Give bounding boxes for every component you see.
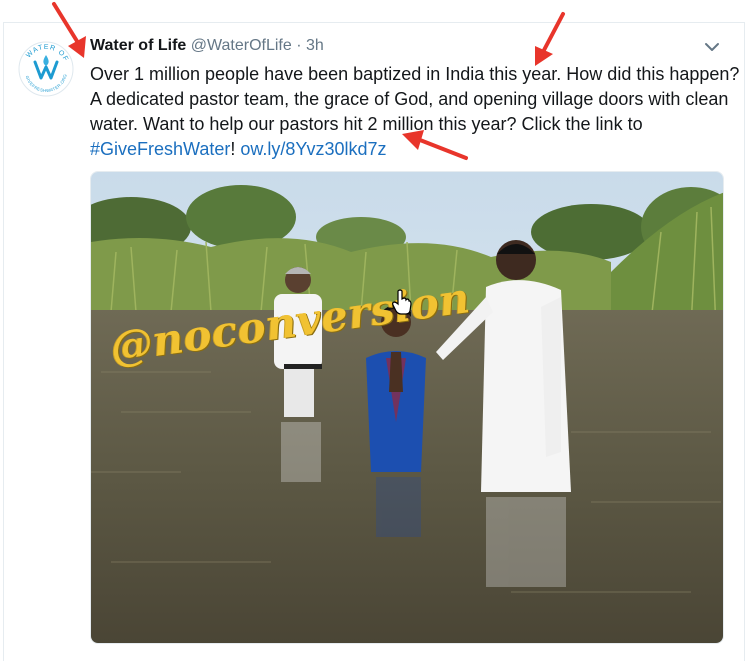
exclamation: ! [230, 139, 236, 159]
separator-dot: · [296, 37, 302, 54]
avatar[interactable]: WATER OF GIVEFRESHWATER.ORG [17, 40, 75, 98]
chevron-down-icon[interactable] [702, 39, 722, 55]
tweet-text-line: #GiveFreshWater! ow.ly/8Yvz30lkd7z [90, 137, 735, 162]
tweet-header: Water of Life @WaterOfLife · 3h [90, 35, 324, 57]
tweet-timestamp[interactable]: 3h [306, 37, 324, 54]
tweet-card[interactable]: WATER OF GIVEFRESHWATER.ORG Water of Lif… [3, 22, 745, 661]
water-of-life-logo-icon: WATER OF GIVEFRESHWATER.ORG [18, 41, 74, 97]
author-name[interactable]: Water of Life [90, 37, 186, 54]
baptism-photo-illustration [91, 172, 723, 643]
hashtag-link[interactable]: #GiveFreshWater [90, 139, 230, 159]
tweet-photo[interactable] [90, 171, 724, 644]
hand-pointer-icon [392, 289, 412, 315]
tweet-text: Over 1 million people have been baptized… [90, 62, 740, 162]
tweet-text-line: A dedicated pastor team, the grace of Go… [90, 89, 729, 109]
top-gap [0, 0, 749, 22]
tweet-text-line: Over 1 million people have been baptized… [90, 64, 740, 84]
tweet-text-line: water. Want to help our pastors hit 2 mi… [90, 114, 643, 134]
author-handle[interactable]: @WaterOfLife [191, 37, 292, 54]
url-link[interactable]: ow.ly/8Yvz30lkd7z [240, 139, 386, 159]
